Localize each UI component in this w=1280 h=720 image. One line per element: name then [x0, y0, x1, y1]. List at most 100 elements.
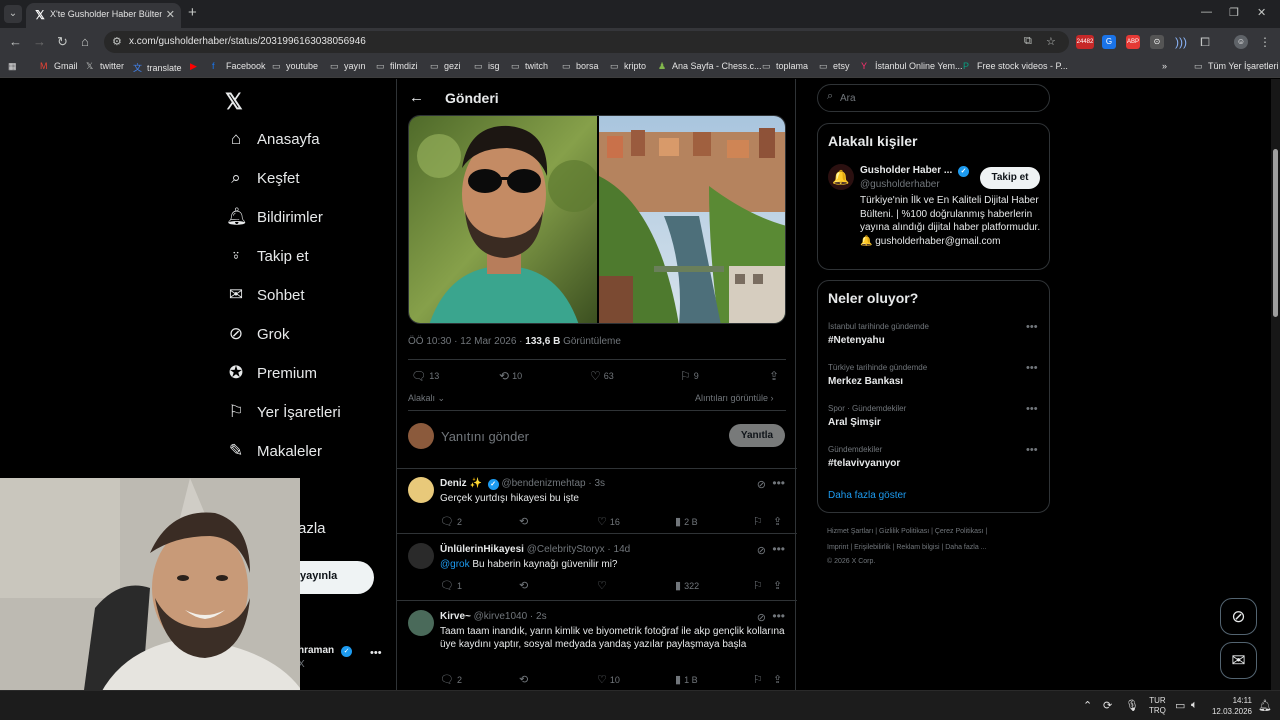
grok-fab-icon[interactable]: ⊘ [1220, 598, 1257, 635]
search-input[interactable] [840, 90, 1040, 106]
show-more-link[interactable]: Daha fazla göster [828, 490, 906, 501]
audio-extension-icon[interactable]: ))) [1174, 35, 1188, 49]
trend-item[interactable]: #Netenyahu [828, 335, 885, 346]
sync-tray-icon[interactable]: ⟳ [1103, 699, 1112, 712]
bookmark-folder-twitch[interactable]: ▭ twitch [511, 61, 548, 72]
more-options-icon[interactable]: ••• [772, 542, 785, 556]
bookmark-count[interactable]: ⚐ 9 [680, 369, 699, 383]
reply-views[interactable]: ▮ 2 B [675, 515, 698, 528]
share-icon[interactable]: ⇪ [773, 515, 785, 528]
reply-likes[interactable]: ♡ 10 [597, 673, 620, 686]
repost-count[interactable]: ⟲ 10 [499, 369, 522, 383]
system-clock[interactable]: 14:11 12.03.2026 [1208, 695, 1252, 717]
grok-icon[interactable]: ⊘ [757, 544, 766, 557]
more-options-icon[interactable]: ••• [1026, 362, 1038, 374]
reply-views[interactable]: ▮ 322 [675, 579, 699, 592]
back-button[interactable]: ← [9, 34, 22, 50]
reply-avatar[interactable] [408, 477, 434, 503]
trend-item[interactable]: #telavivyanıyor [828, 458, 900, 469]
bookmark-folder-youtube[interactable]: ▭ youtube [272, 61, 318, 72]
bookmark-folder-kripto[interactable]: ▭ kripto [610, 61, 646, 72]
related-name[interactable]: Gusholder Haber ... ✓ [860, 165, 970, 177]
bookmark-twitter[interactable]: 𝕏twitter [86, 61, 124, 72]
account-switcher[interactable]: hraman ✓ X ••• [298, 645, 386, 673]
reply-author[interactable]: Deniz ✨ ✓ @bendenizmehtap · 3s [440, 478, 605, 490]
profile-avatar-icon[interactable]: ☺ [1234, 35, 1248, 49]
more-options-icon[interactable]: ••• [772, 609, 785, 623]
reply-input[interactable]: Yanıtını gönder [441, 429, 529, 444]
extension-badge[interactable]: 24482 [1076, 35, 1094, 49]
account-more-icon[interactable]: ••• [370, 647, 382, 659]
share-icon[interactable]: ⇪ [773, 579, 785, 592]
tab-close-icon[interactable]: ✕ [166, 8, 175, 21]
footer-links[interactable]: Hizmet Şartları | Gizlilik Politikası | … [827, 528, 1037, 535]
microphone-tray-icon[interactable]: 🎙︎ [1125, 699, 1139, 712]
more-options-icon[interactable]: ••• [1026, 444, 1038, 456]
bookmark-stock-videos[interactable]: P Free stock videos - P... [963, 61, 1068, 71]
apps-grid-icon[interactable]: ▦ [8, 61, 17, 72]
page-scrollbar[interactable] [1271, 79, 1280, 690]
new-tab-button[interactable]: + [188, 5, 197, 21]
related-handle[interactable]: @gusholderhaber [860, 179, 940, 190]
bookmark-folder-etsy[interactable]: ▭ etsy [819, 61, 850, 72]
footer-links[interactable]: Imprint | Erişilebilirlik | Reklam bilgi… [827, 544, 1037, 551]
reply-count[interactable]: 🗨︎ 13 [411, 369, 439, 383]
bookmark-folder-yayin[interactable]: ▭ yayın [330, 61, 366, 72]
reply-likes[interactable]: ♡ [597, 579, 610, 592]
reply-item[interactable]: Kirve~ @kirve1040 · 2s ⊘ ••• Taam taam i… [397, 602, 797, 690]
reply-item[interactable]: Deniz ✨ ✓ @bendenizmehtap · 3s ⊘ ••• Ger… [397, 469, 797, 534]
trend-item[interactable]: Merkez Bankası [828, 376, 903, 387]
restore-button[interactable]: ❐ [1229, 6, 1239, 19]
more-options-icon[interactable]: ••• [1026, 321, 1038, 333]
minimize-button[interactable]: — [1201, 6, 1212, 18]
share-icon[interactable]: ⇪ [769, 369, 782, 383]
browser-tab-active[interactable]: 𝕏 X'te Gusholder Haber Bülteni: " ✕ [26, 3, 181, 28]
search-box[interactable]: ⌕ [817, 84, 1050, 112]
mention-link[interactable]: @grok [440, 559, 470, 570]
like-count[interactable]: ♡ 63 [590, 369, 614, 383]
reply-button[interactable]: Yanıtla [729, 424, 785, 447]
bookmark-folder-borsa[interactable]: ▭ borsa [562, 61, 599, 72]
tab-search-button[interactable]: ⌄ [4, 5, 22, 23]
reply-replies[interactable]: 🗨︎ 2 [440, 515, 462, 528]
scrollbar-thumb[interactable] [1273, 149, 1278, 317]
bookmark-facebook[interactable]: f Facebook [212, 61, 266, 71]
bell-avatar-icon[interactable]: 🔔 [828, 164, 854, 190]
reply-replies[interactable]: 🗨︎ 2 [440, 673, 462, 686]
post-image-collage[interactable] [409, 116, 786, 324]
install-app-icon[interactable]: ⧉ [1024, 35, 1032, 48]
bookmark-icon[interactable]: ⚐ [753, 515, 766, 528]
tray-overflow-icon[interactable]: ⌃ [1083, 699, 1092, 712]
notification-icon[interactable]: 🔔︎ [1258, 699, 1272, 712]
grok-icon[interactable]: ⊘ [757, 478, 766, 491]
extension-icon[interactable]: ⊙ [1150, 35, 1164, 49]
forward-button[interactable]: → [33, 34, 46, 50]
more-options-icon[interactable]: ••• [1026, 403, 1038, 415]
back-arrow-icon[interactable]: ← [409, 89, 424, 106]
reply-reposts[interactable]: ⟲ [519, 579, 531, 592]
reload-button[interactable]: ↻ [57, 34, 68, 50]
sort-replies[interactable]: Alakalı ⌄ [408, 393, 445, 404]
grok-icon[interactable]: ⊘ [757, 611, 766, 624]
reply-views[interactable]: ▮ 1 B [675, 673, 698, 686]
bookmark-icon[interactable]: ⚐ [753, 579, 766, 592]
home-button[interactable]: ⌂ [81, 34, 89, 50]
reply-author[interactable]: Kirve~ @kirve1040 · 2s [440, 611, 547, 622]
reply-avatar[interactable] [408, 543, 434, 569]
view-quotes-link[interactable]: Alıntıları görüntüle › [695, 393, 774, 403]
site-info-icon[interactable]: ⚙ [112, 35, 122, 48]
more-options-icon[interactable]: ••• [772, 476, 785, 490]
post-timestamp[interactable]: ÖÖ 10:30 · 12 Mar 2026 · [408, 336, 525, 347]
browser-menu-icon[interactable]: ⋮ [1258, 35, 1272, 49]
bookmark-chess[interactable]: ♟ Ana Sayfa - Chess.c... [658, 61, 762, 72]
bookmark-gmail[interactable]: M Gmail [40, 61, 78, 71]
bookmark-yemeksepeti[interactable]: Y İstanbul Online Yem... [861, 61, 963, 71]
bookmark-icon[interactable]: ⚐ [753, 673, 766, 686]
share-icon[interactable]: ⇪ [773, 673, 785, 686]
address-bar[interactable]: ⚙ x.com/gusholderhaber/status/2031996163… [104, 31, 1069, 53]
window-close-button[interactable]: ✕ [1257, 6, 1266, 19]
bookmark-folder-isg[interactable]: ▭ isg [474, 61, 500, 72]
network-icon[interactable]: ▭ [1175, 699, 1185, 712]
all-bookmarks[interactable]: ▭ Tüm Yer İşaretleri [1194, 61, 1279, 72]
reply-reposts[interactable]: ⟲ [519, 673, 531, 686]
